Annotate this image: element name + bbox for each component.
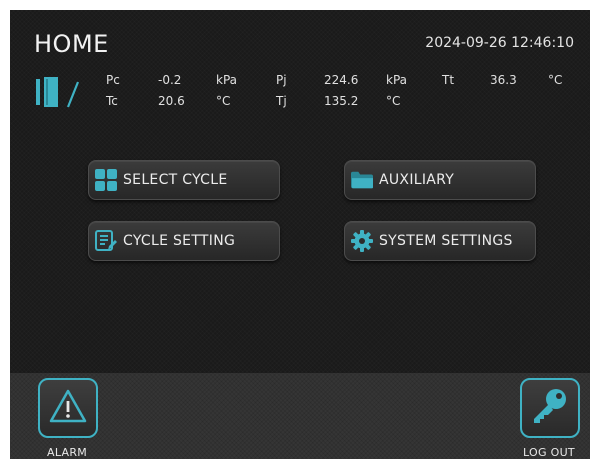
alarm-label: ALARM [47, 446, 88, 459]
pc-label: Pc [106, 73, 120, 87]
pc-value: -0.2 [158, 73, 182, 87]
system-settings-button[interactable]: SYSTEM SETTINGS [344, 221, 536, 261]
cycle-setting-button[interactable]: CYCLE SETTING [88, 221, 280, 261]
grid-icon [95, 169, 117, 191]
key-icon [530, 386, 570, 430]
door-open-icon [36, 76, 86, 112]
logout-button[interactable] [520, 378, 580, 438]
auxiliary-label: AUXILIARY [379, 172, 455, 188]
main-panel: HOME 2024-09-26 12:46:10 Pc -0.2 kPa Pj … [10, 10, 590, 373]
tj-value: 135.2 [324, 94, 359, 108]
select-cycle-button[interactable]: SELECT CYCLE [88, 160, 280, 200]
bottom-bar: ALARM LOG OUT [10, 373, 590, 459]
auxiliary-button[interactable]: AUXILIARY [344, 160, 536, 200]
tc-label: Tc [106, 94, 118, 108]
system-settings-label: SYSTEM SETTINGS [379, 233, 513, 249]
pj-value: 224.6 [324, 73, 359, 87]
select-cycle-label: SELECT CYCLE [123, 172, 228, 188]
tt-unit: °C [548, 73, 563, 87]
tt-value: 36.3 [490, 73, 517, 87]
hmi-screen: HOME 2024-09-26 12:46:10 Pc -0.2 kPa Pj … [10, 10, 590, 459]
page-title: HOME [34, 30, 109, 58]
logout-label: LOG OUT [523, 446, 575, 459]
folder-icon [351, 169, 373, 191]
cycle-setting-label: CYCLE SETTING [123, 233, 236, 249]
pj-label: Pj [276, 73, 287, 87]
list-edit-icon [95, 230, 117, 252]
alarm-button[interactable] [38, 378, 98, 438]
tj-unit: °C [386, 94, 401, 108]
warning-icon [49, 389, 87, 427]
tc-unit: °C [216, 94, 231, 108]
tj-label: Tj [276, 94, 287, 108]
datetime-display: 2024-09-26 12:46:10 [425, 35, 574, 51]
tc-value: 20.6 [158, 94, 185, 108]
pc-unit: kPa [216, 73, 237, 87]
tt-label: Tt [442, 73, 455, 87]
gear-icon [351, 230, 373, 252]
pj-unit: kPa [386, 73, 407, 87]
